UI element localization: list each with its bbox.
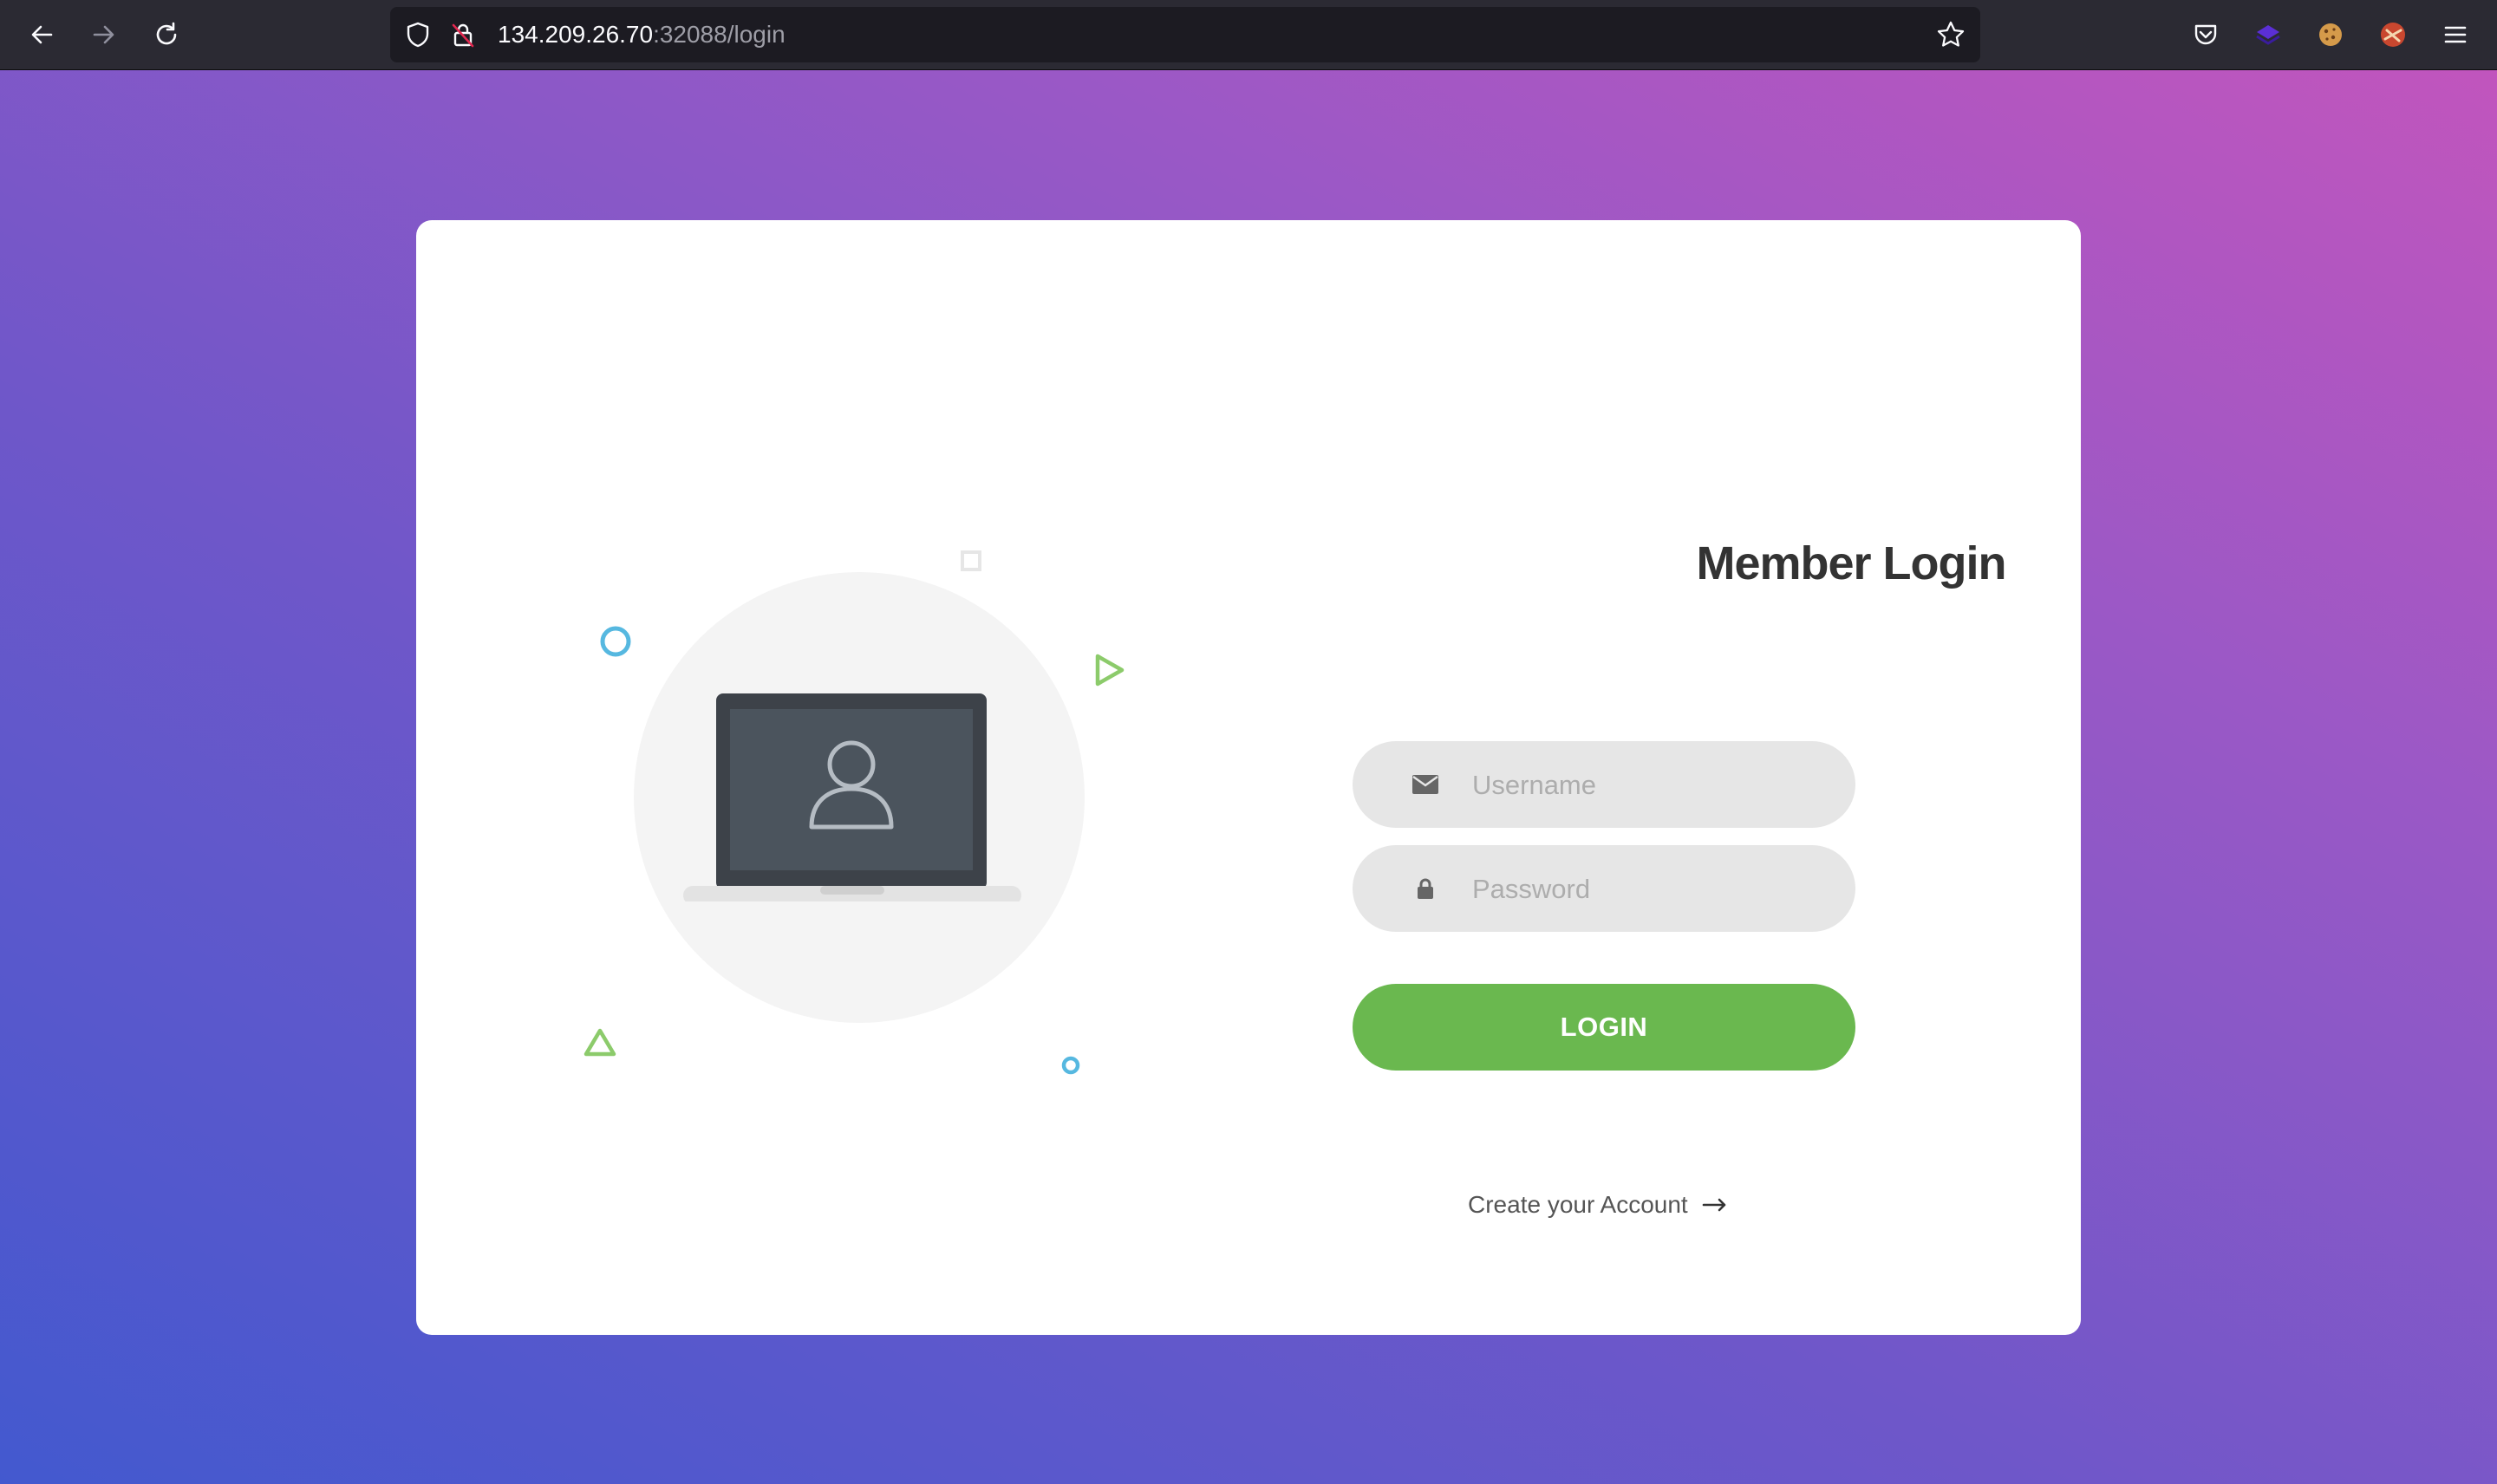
ring-deco-icon — [598, 624, 633, 663]
username-input[interactable] — [1470, 741, 1838, 830]
create-account-link[interactable]: Create your Account — [1468, 1188, 1728, 1222]
username-field[interactable] — [1353, 741, 1855, 830]
star-bookmark-icon[interactable] — [1935, 19, 1966, 50]
extension-layers-icon[interactable] — [2249, 16, 2287, 54]
browser-toolbar: 134.209.26.70:32088/login — [0, 0, 2497, 70]
password-input[interactable] — [1470, 845, 1838, 934]
url-host: 134.209.26.70 — [498, 21, 654, 48]
login-card: Member Login LOGIN Create your Account — [416, 220, 2081, 1335]
page-title: Member Login — [1696, 537, 2006, 589]
page-background: Member Login LOGIN Create your Account — [0, 70, 2497, 1484]
extension-avatar-icon[interactable] — [2374, 16, 2412, 54]
cookie-icon[interactable] — [2311, 16, 2350, 54]
password-field[interactable] — [1353, 845, 1855, 934]
create-account-label: Create your Account — [1468, 1191, 1688, 1218]
lock-icon — [1410, 873, 1441, 904]
insecure-lock-icon[interactable] — [447, 19, 479, 50]
reload-icon[interactable] — [144, 12, 189, 57]
hamburger-menu-icon[interactable] — [2436, 16, 2474, 54]
envelope-icon — [1410, 769, 1441, 800]
square-deco-icon — [960, 550, 982, 576]
triangle-up-deco-icon — [583, 1026, 617, 1062]
laptop-user-icon — [683, 693, 1021, 906]
back-arrow-icon[interactable] — [19, 12, 64, 57]
pocket-icon[interactable] — [2187, 16, 2225, 54]
triangle-right-deco-icon — [1092, 652, 1127, 693]
url-text: 134.209.26.70:32088/login — [498, 7, 786, 62]
login-button[interactable]: LOGIN — [1353, 984, 1855, 1071]
url-path: :32088/login — [653, 21, 786, 48]
forward-arrow-icon[interactable] — [81, 12, 127, 57]
url-bar[interactable]: 134.209.26.70:32088/login — [390, 7, 1980, 62]
shield-icon[interactable] — [402, 19, 434, 50]
small-ring-deco-icon — [1060, 1055, 1081, 1080]
long-arrow-right-icon — [1702, 1198, 1728, 1212]
